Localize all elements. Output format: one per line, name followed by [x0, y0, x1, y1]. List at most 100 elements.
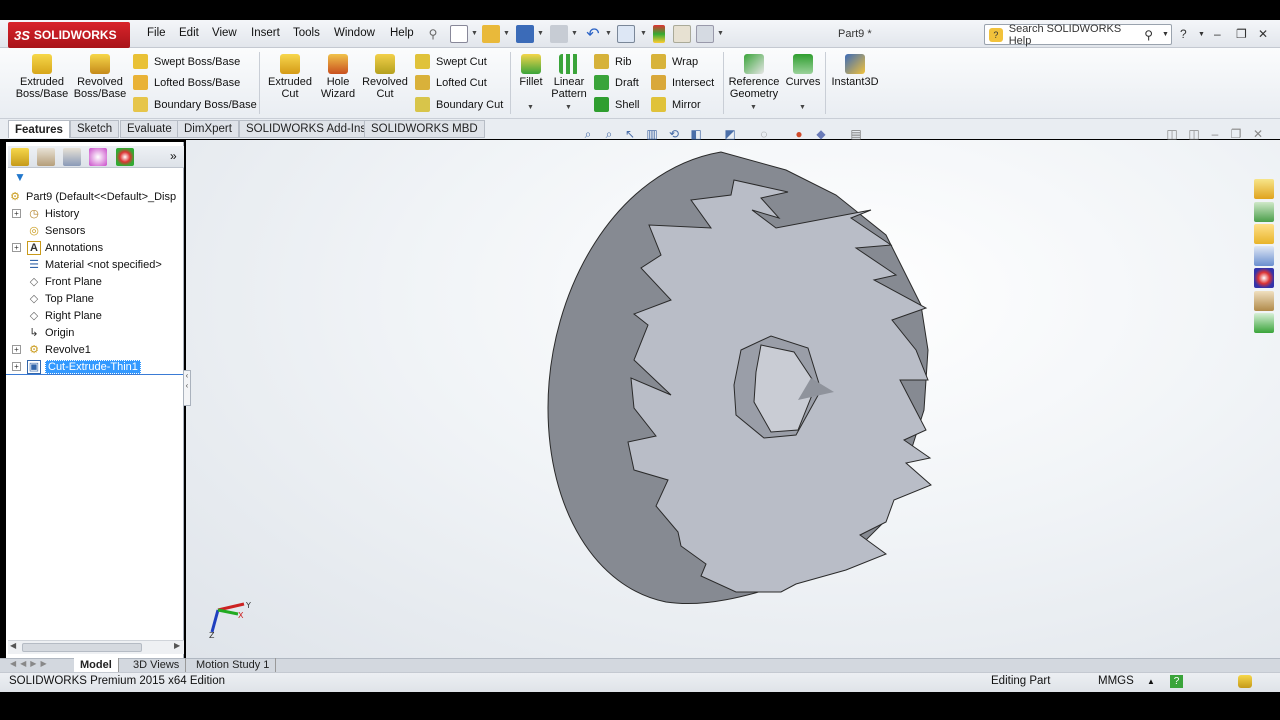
zoom-to-fit-icon[interactable]: ⌕ — [580, 126, 596, 142]
menu-edit[interactable]: Edit — [179, 27, 199, 39]
view-orientation-icon[interactable]: ◧ — [688, 126, 704, 142]
options-icon[interactable] — [696, 25, 714, 43]
boundary-boss-button[interactable]: Boundary Boss/Base — [133, 97, 257, 112]
viewport-close-icon[interactable]: ✕ — [1250, 126, 1266, 142]
hole-wizard-button[interactable]: Hole Wizard — [316, 54, 360, 100]
dynamic-annotation-icon[interactable]: ⟲ — [666, 126, 682, 142]
lofted-boss-button[interactable]: Lofted Boss/Base — [133, 75, 240, 90]
chevron-down-icon[interactable]: ▼ — [1198, 31, 1205, 38]
feature-tree-tab-icon[interactable] — [11, 148, 29, 166]
notes-icon[interactable] — [1238, 675, 1252, 688]
tab-3d-views[interactable]: 3D Views — [127, 658, 187, 672]
scroll-right-icon[interactable]: ▶ — [174, 641, 180, 650]
new-document-icon[interactable] — [450, 25, 468, 43]
display-manager-tab-icon[interactable] — [116, 148, 134, 166]
chevron-down-icon[interactable]: ▼ — [537, 30, 544, 37]
linear-pattern-button[interactable]: Linear Pattern — [548, 54, 590, 100]
help-icon[interactable]: ? — [1180, 27, 1187, 41]
restore-icon[interactable]: ❐ — [1236, 27, 1247, 41]
wrap-button[interactable]: Wrap — [651, 54, 698, 69]
forum-icon[interactable] — [1254, 313, 1274, 333]
custom-properties-icon[interactable] — [1254, 291, 1274, 311]
solidworks-resources-icon[interactable] — [1254, 179, 1274, 199]
chevron-down-icon[interactable]: ▼ — [799, 104, 806, 111]
tab-dimxpert[interactable]: DimXpert — [177, 120, 239, 138]
save-icon[interactable] — [516, 25, 534, 43]
tab-model[interactable]: Model — [74, 658, 119, 672]
menu-help[interactable]: Help — [390, 27, 414, 39]
revolved-boss-button[interactable]: Revolved Boss/Base — [72, 54, 128, 100]
print-icon[interactable] — [550, 25, 568, 43]
intersect-button[interactable]: Intersect — [651, 75, 714, 90]
shell-button[interactable]: Shell — [594, 97, 639, 112]
swept-boss-button[interactable]: Swept Boss/Base — [133, 54, 240, 69]
search-help-field[interactable]: ? Search SOLIDWORKS Help ⚲ — [984, 23, 1172, 47]
rollback-bar[interactable] — [6, 374, 184, 375]
part-model[interactable]: Z Y X — [186, 140, 1280, 658]
swept-cut-button[interactable]: Swept Cut — [415, 54, 487, 69]
tree-item-right-plane[interactable]: ◇ Right Plane — [12, 307, 102, 324]
tab-features[interactable]: Features — [8, 120, 70, 138]
rib-button[interactable]: Rib — [594, 54, 632, 69]
graphics-area[interactable]: Z Y X — [186, 140, 1280, 658]
select-pointer-icon[interactable] — [617, 25, 635, 43]
section-view-icon[interactable]: ▥ — [644, 126, 660, 142]
tree-item-front-plane[interactable]: ◇ Front Plane — [12, 273, 102, 290]
file-properties-icon[interactable] — [673, 25, 691, 43]
tab-evaluate[interactable]: Evaluate — [120, 120, 179, 138]
appearances-icon[interactable] — [1254, 268, 1274, 288]
menu-file[interactable]: File — [147, 27, 166, 39]
fillet-button[interactable]: Fillet — [515, 54, 547, 88]
menu-tools[interactable]: Tools — [293, 27, 320, 39]
display-style-icon[interactable]: ◩ — [722, 126, 738, 142]
mirror-button[interactable]: Mirror — [651, 97, 701, 112]
edit-appearance-icon[interactable]: ● — [791, 126, 807, 142]
reference-geometry-button[interactable]: Reference Geometry — [727, 54, 781, 100]
tab-scroll-arrows-icon[interactable]: ◀◀▶▶ — [10, 659, 51, 668]
viewport-split-icon[interactable]: ◫ — [1164, 126, 1180, 142]
expand-icon[interactable]: + — [12, 243, 21, 252]
menu-view[interactable]: View — [212, 27, 237, 39]
tab-mbd[interactable]: SOLIDWORKS MBD — [364, 120, 485, 138]
chevron-down-icon[interactable]: ▼ — [503, 30, 510, 37]
viewport-maximize-icon[interactable]: ❐ — [1228, 126, 1244, 142]
hide-show-items-icon[interactable]: ◌ — [756, 126, 772, 142]
expand-panel-icon[interactable]: » — [170, 149, 177, 163]
zoom-to-area-icon[interactable]: ⌕ — [601, 126, 617, 142]
tree-item-sensors[interactable]: ◎ Sensors — [12, 222, 85, 239]
tree-item-annotations[interactable]: + A Annotations — [12, 239, 103, 256]
scroll-left-icon[interactable]: ◀ — [10, 641, 16, 650]
chevron-down-icon[interactable]: ▼ — [640, 30, 647, 37]
expand-icon[interactable]: + — [12, 345, 21, 354]
tree-root-part[interactable]: ⚙ Part9 (Default<<Default>_Disp — [8, 188, 176, 205]
configuration-manager-tab-icon[interactable] — [63, 148, 81, 166]
viewport-restore-icon[interactable]: ◫ — [1186, 126, 1202, 142]
file-explorer-icon[interactable] — [1254, 224, 1274, 244]
chevron-down-icon[interactable]: ▼ — [471, 30, 478, 37]
tab-addins[interactable]: SOLIDWORKS Add-Ins — [239, 120, 374, 138]
tab-motion-study-1[interactable]: Motion Study 1 — [190, 658, 277, 672]
tree-item-origin[interactable]: ↳ Origin — [12, 324, 74, 341]
draft-button[interactable]: Draft — [594, 75, 639, 90]
expand-icon[interactable]: + — [12, 362, 21, 371]
tab-sketch[interactable]: Sketch — [70, 120, 120, 138]
panel-splitter-handle[interactable]: ‹ ‹ — [183, 370, 191, 406]
tree-item-top-plane[interactable]: ◇ Top Plane — [12, 290, 94, 307]
tree-item-cut-extrude-thin1[interactable]: + ▣ Cut-Extrude-Thin1 — [12, 358, 141, 375]
apply-scene-icon[interactable]: ◆ — [813, 126, 829, 142]
extruded-boss-button[interactable]: Extruded Boss/Base — [14, 54, 70, 100]
chevron-down-icon[interactable]: ▼ — [1162, 31, 1169, 38]
design-library-icon[interactable] — [1254, 202, 1274, 222]
tree-item-history[interactable]: + ◷ History — [12, 205, 79, 222]
undo-icon[interactable]: ↶ — [584, 25, 602, 43]
chevron-down-icon[interactable]: ▼ — [565, 104, 572, 111]
rebuild-icon[interactable] — [653, 25, 665, 43]
pin-icon[interactable]: ⚲ — [424, 25, 442, 43]
chevron-down-icon[interactable]: ▼ — [571, 30, 578, 37]
menu-insert[interactable]: Insert — [251, 27, 280, 39]
property-manager-tab-icon[interactable] — [37, 148, 55, 166]
viewport-minimize-icon[interactable]: – — [1207, 126, 1223, 142]
feature-tree-scrollbar[interactable] — [8, 640, 184, 654]
search-icon[interactable]: ⚲ — [1144, 28, 1153, 42]
tree-item-revolve1[interactable]: + ⚙ Revolve1 — [12, 341, 91, 358]
